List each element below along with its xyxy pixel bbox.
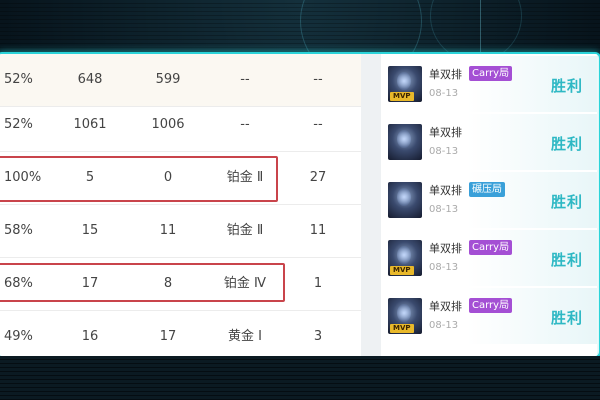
hero-portrait-glow <box>397 130 411 148</box>
match-mode: 单双排 <box>429 300 462 313</box>
hero-portrait-glow <box>397 72 411 90</box>
stats-panel: 52% 648 599 -- -- 52% 1061 1006 -- -- 10… <box>0 52 600 358</box>
hero-portrait-glow <box>397 246 411 264</box>
games-cell: 1061 <box>73 117 107 132</box>
table-row[interactable]: 49% 16 17 黄金 Ⅰ 3 <box>0 311 361 356</box>
match-result: 胜利 <box>550 77 583 95</box>
hero-avatar: MVP <box>388 240 422 276</box>
dominate-tag: 碾压局 <box>469 182 505 197</box>
hero-avatar: MVP <box>388 66 422 102</box>
match-mode: 单双排 <box>429 184 462 197</box>
rank-cell: -- <box>240 117 250 132</box>
count-cell: 1 <box>313 276 323 291</box>
count-cell: -- <box>313 117 323 132</box>
table-row[interactable]: 58% 15 11 铂金 Ⅱ 11 <box>0 205 361 258</box>
mvp-badge: MVP <box>390 92 414 101</box>
match-result: 胜利 <box>550 135 583 153</box>
match-result: 胜利 <box>550 193 583 211</box>
games-cell: 15 <box>81 223 99 238</box>
win-rate-cell: 58% <box>4 223 33 238</box>
mvp-badge: MVP <box>390 324 414 333</box>
match-history-list: MVP 单双排 Carry局 08-13 胜利 单双排 08-13 胜利 单双排… <box>381 54 597 356</box>
wins-cell: 17 <box>159 329 177 344</box>
match-date: 08-13 <box>429 146 459 157</box>
match-date: 08-13 <box>429 320 459 331</box>
match-item[interactable]: MVP 单双排 Carry局 08-13 胜利 <box>381 230 597 286</box>
rank-cell: 黄金 Ⅰ <box>228 329 262 344</box>
match-result: 胜利 <box>550 309 583 327</box>
wins-cell: 11 <box>159 223 177 238</box>
match-date: 08-13 <box>429 88 459 99</box>
match-date: 08-13 <box>429 262 459 273</box>
rank-cell: 铂金 Ⅱ <box>226 223 264 238</box>
hero-avatar <box>388 182 422 218</box>
carry-tag: Carry局 <box>469 298 513 313</box>
panel-divider <box>361 54 381 356</box>
carry-tag: Carry局 <box>469 66 513 81</box>
highlight-box <box>0 156 278 202</box>
games-cell: 16 <box>81 329 99 344</box>
table-row[interactable]: 52% 1061 1006 -- -- <box>0 99 361 152</box>
hero-avatar <box>388 124 422 160</box>
count-cell: 27 <box>309 170 327 185</box>
win-rate-cell: 49% <box>4 329 33 344</box>
match-mode: 单双排 <box>429 242 462 255</box>
background-decoration <box>480 0 481 55</box>
count-cell: 3 <box>313 329 323 344</box>
match-item[interactable]: 单双排 08-13 胜利 <box>381 114 597 170</box>
match-item[interactable]: MVP 单双排 Carry局 08-13 胜利 <box>381 288 597 344</box>
mvp-badge: MVP <box>390 266 414 275</box>
hero-portrait-glow <box>397 188 411 206</box>
match-result: 胜利 <box>550 251 583 269</box>
stats-table: 52% 648 599 -- -- 52% 1061 1006 -- -- 10… <box>0 54 361 356</box>
highlight-box <box>0 263 285 302</box>
background-bottom <box>0 356 600 400</box>
win-rate-cell: 52% <box>4 117 33 132</box>
match-item[interactable]: 单双排 碾压局 08-13 胜利 <box>381 172 597 228</box>
count-cell: 11 <box>309 223 327 238</box>
match-mode: 单双排 <box>429 126 462 139</box>
match-item[interactable]: MVP 单双排 Carry局 08-13 胜利 <box>381 56 597 112</box>
wins-cell: 1006 <box>151 117 185 132</box>
match-mode: 单双排 <box>429 68 462 81</box>
hero-avatar: MVP <box>388 298 422 334</box>
hero-portrait-glow <box>397 304 411 322</box>
match-date: 08-13 <box>429 204 459 215</box>
carry-tag: Carry局 <box>469 240 513 255</box>
